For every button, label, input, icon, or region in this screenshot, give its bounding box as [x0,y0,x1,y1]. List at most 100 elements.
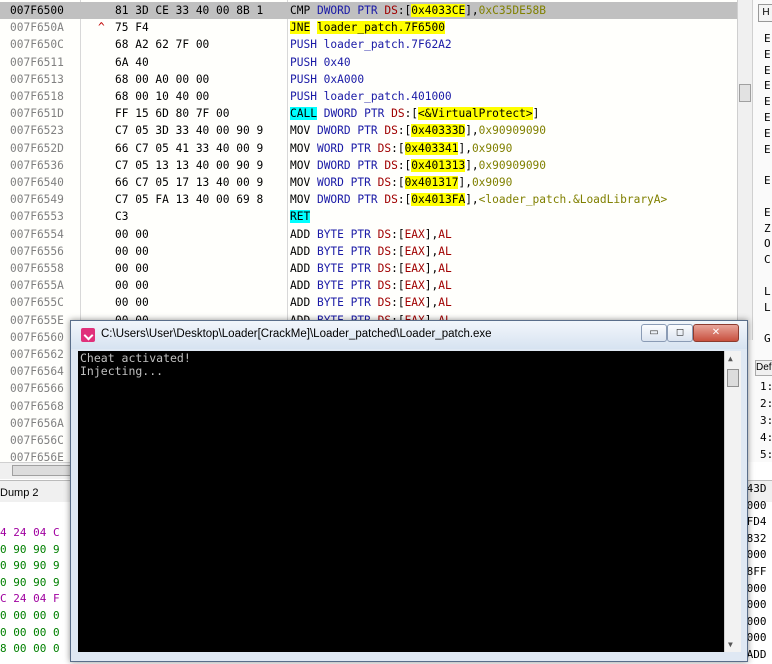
disasm-bytes: FF 15 6D 80 7F 00 [115,107,230,121]
registers-tab[interactable]: H [758,4,772,22]
disasm-bytes: 66 C7 05 41 33 40 00 9 [115,141,264,155]
disasm-row[interactable]: 007F651D FF 15 6D 80 7F 00 CALL DWORD PTR … [0,105,737,122]
register-line: E [764,126,771,140]
dump-line: 0 90 90 9 [0,542,60,556]
dump-line: 0 90 90 9 [0,575,60,589]
register-line: E [764,32,771,45]
disasm-instruction: PUSH loader_patch.7F62A2 [290,38,452,52]
console-window[interactable]: C:\Users\User\Desktop\Loader[CrackMe]\Lo… [70,320,748,662]
disasm-row[interactable]: 007F6513 68 00 A0 00 00 PUSH 0xA000 [0,71,737,88]
disasm-address: 007F6564 [10,365,64,379]
disasm-address: 007F6568 [10,399,64,413]
disasm-row[interactable]: 007F6523 C7 05 3D 33 40 00 90 9 MOV DWORD … [0,122,737,139]
disasm-address: 007F6549 [10,193,64,207]
disasm-address: 007F656C [10,434,64,447]
disasm-row[interactable]: 007F655A 00 00 ADD BYTE PTR DS:[EAX],AL [0,277,737,294]
minimize-button[interactable]: ▭ [641,324,667,342]
disasm-instruction: ADD BYTE PTR DS:[EAX],AL [290,227,452,241]
disasm-row[interactable]: 007F6536 C7 05 13 13 40 00 90 9 MOV DWORD … [0,157,737,174]
maximize-button[interactable]: ◻ [667,324,693,342]
disasm-row[interactable]: 007F6558 00 00 ADD BYTE PTR DS:[EAX],AL [0,260,737,277]
disasm-bytes: 00 00 [115,296,149,310]
disasm-address: 007F655E [10,313,64,327]
disasm-row[interactable]: 007F6556 00 00 ADD BYTE PTR DS:[EAX],AL [0,243,737,260]
register-line: E [764,111,771,124]
register-line: G [764,332,771,346]
disasm-row[interactable]: 007F6518 68 00 10 40 00 PUSH loader_patch.… [0,88,737,105]
disasm-row[interactable]: 007F6549 C7 05 FA 13 40 00 69 8 MOV DWORD … [0,191,737,208]
register-line: L [764,284,771,298]
disasm-address: 007F6558 [10,262,64,275]
disasm-bytes: 6A 40 [115,55,149,69]
console-output-area[interactable]: Cheat activated! Injecting... ▲ ▼ [78,351,741,652]
disasm-address: 007F6518 [10,90,64,103]
disasm-row[interactable]: 007F6511 6A 40 PUSH 0x40 [0,54,737,71]
stack-line: 5: [760,448,772,461]
disasm-bytes: 75 F4 [115,21,149,35]
scroll-up-arrow-icon[interactable]: ▲ [728,354,733,363]
disasm-vertical-scrollbar[interactable] [738,0,753,340]
dump-line: 0 00 00 0 [0,625,60,639]
disasm-address: 007F6554 [10,227,64,241]
scroll-down-arrow-icon[interactable]: ▼ [728,640,733,649]
disasm-address: 007F6566 [10,382,64,396]
disasm-address: 007F650A [10,21,64,35]
register-line: O [764,237,771,251]
scrollbar-thumb[interactable] [727,369,739,387]
disasm-instruction: PUSH loader_patch.401000 [290,90,452,103]
disasm-address: 007F656A [10,416,64,430]
register-line: E [764,63,771,77]
disasm-row[interactable]: 007F6554 00 00 ADD BYTE PTR DS:[EAX],AL [0,226,737,243]
disasm-bytes: 66 C7 05 17 13 40 00 9 [115,176,264,189]
stack-line: 3: [760,414,772,427]
stack-line: 4: [760,431,772,444]
close-button[interactable]: ✕ [693,324,739,342]
register-line: Z [764,221,771,235]
console-vertical-scrollbar[interactable]: ▲ ▼ [724,351,741,652]
disasm-row[interactable]: 007F6500 81 3D CE 33 40 00 8B 1 CMP DWORD … [0,2,737,20]
disasm-bytes: 81 3D CE 33 40 00 8B 1 [115,4,264,17]
dump-line: 8 00 00 0 [0,642,60,656]
disasm-instruction: MOV DWORD PTR DS:[0x401313],0x90909090 [290,158,547,172]
scrollbar-thumb[interactable] [739,84,751,102]
disasm-row[interactable]: 007F652D 66 C7 05 41 33 40 00 9 MOV WORD P… [0,140,737,157]
disasm-address: 007F6553 [10,210,64,224]
disasm-bytes: 00 00 [115,262,149,275]
register-line: E [764,142,771,156]
disasm-instruction: ADD BYTE PTR DS:[EAX],AL [290,244,452,258]
disasm-address: 007F651D [10,107,64,121]
disasm-instruction: MOV DWORD PTR DS:[0x40333D],0x90909090 [290,124,547,138]
disasm-row[interactable]: 007F650A ^ 75 F4 JNE loader_patch.7F6500 [0,19,737,36]
disasm-row[interactable]: 007F6540 66 C7 05 17 13 40 00 9 MOV WORD P… [0,174,737,191]
disasm-bytes: C7 05 13 13 40 00 90 9 [115,158,264,172]
disasm-instruction: CALL DWORD PTR DS:[<&VirtualProtect>] [290,107,540,121]
register-line: E [764,174,771,188]
disasm-instruction: ADD BYTE PTR DS:[EAX],AL [290,262,452,275]
disasm-instruction: PUSH 0xA000 [290,72,365,86]
disasm-row[interactable]: 007F6553 C3 RET [0,208,737,225]
disasm-instruction: CMP DWORD PTR DS:[0x4033CE],0xC35DE58B [290,4,547,17]
disasm-address: 007F6536 [10,158,64,172]
disasm-row[interactable]: 007F650C 68 A2 62 7F 00 PUSH loader_patch.… [0,36,737,53]
disasm-row[interactable]: 007F655C 00 00 ADD BYTE PTR DS:[EAX],AL [0,294,737,311]
register-line: E [764,95,771,109]
dump-tab[interactable]: Dump 2 [0,485,39,502]
disasm-bytes: C7 05 3D 33 40 00 90 9 [115,124,264,138]
disasm-instruction: RET [290,210,311,224]
console-app-icon[interactable] [81,328,95,342]
console-titlebar[interactable]: C:\Users\User\Desktop\Loader[CrackMe]\Lo… [71,321,747,349]
disasm-instruction: MOV WORD PTR DS:[0x401317],0x9090 [290,176,513,189]
disasm-address: 007F6513 [10,72,64,86]
disasm-bytes: 00 00 [115,279,149,293]
disasm-instruction: ADD BYTE PTR DS:[EAX],AL [290,279,452,293]
disasm-bytes: 00 00 [115,244,149,258]
disasm-bytes: 68 A2 62 7F 00 [115,38,210,52]
register-line: E [764,79,771,93]
disasm-address: 007F655C [10,296,64,310]
disasm-bytes: C3 [115,210,129,224]
disasm-address: 007F650C [10,38,64,52]
disasm-instruction: ADD BYTE PTR DS:[EAX],AL [290,296,452,310]
dump-line: 0 90 90 9 [0,559,60,573]
stack-def-tab[interactable]: Def [755,360,772,376]
console-output-text: Cheat activated! Injecting... [80,351,191,378]
